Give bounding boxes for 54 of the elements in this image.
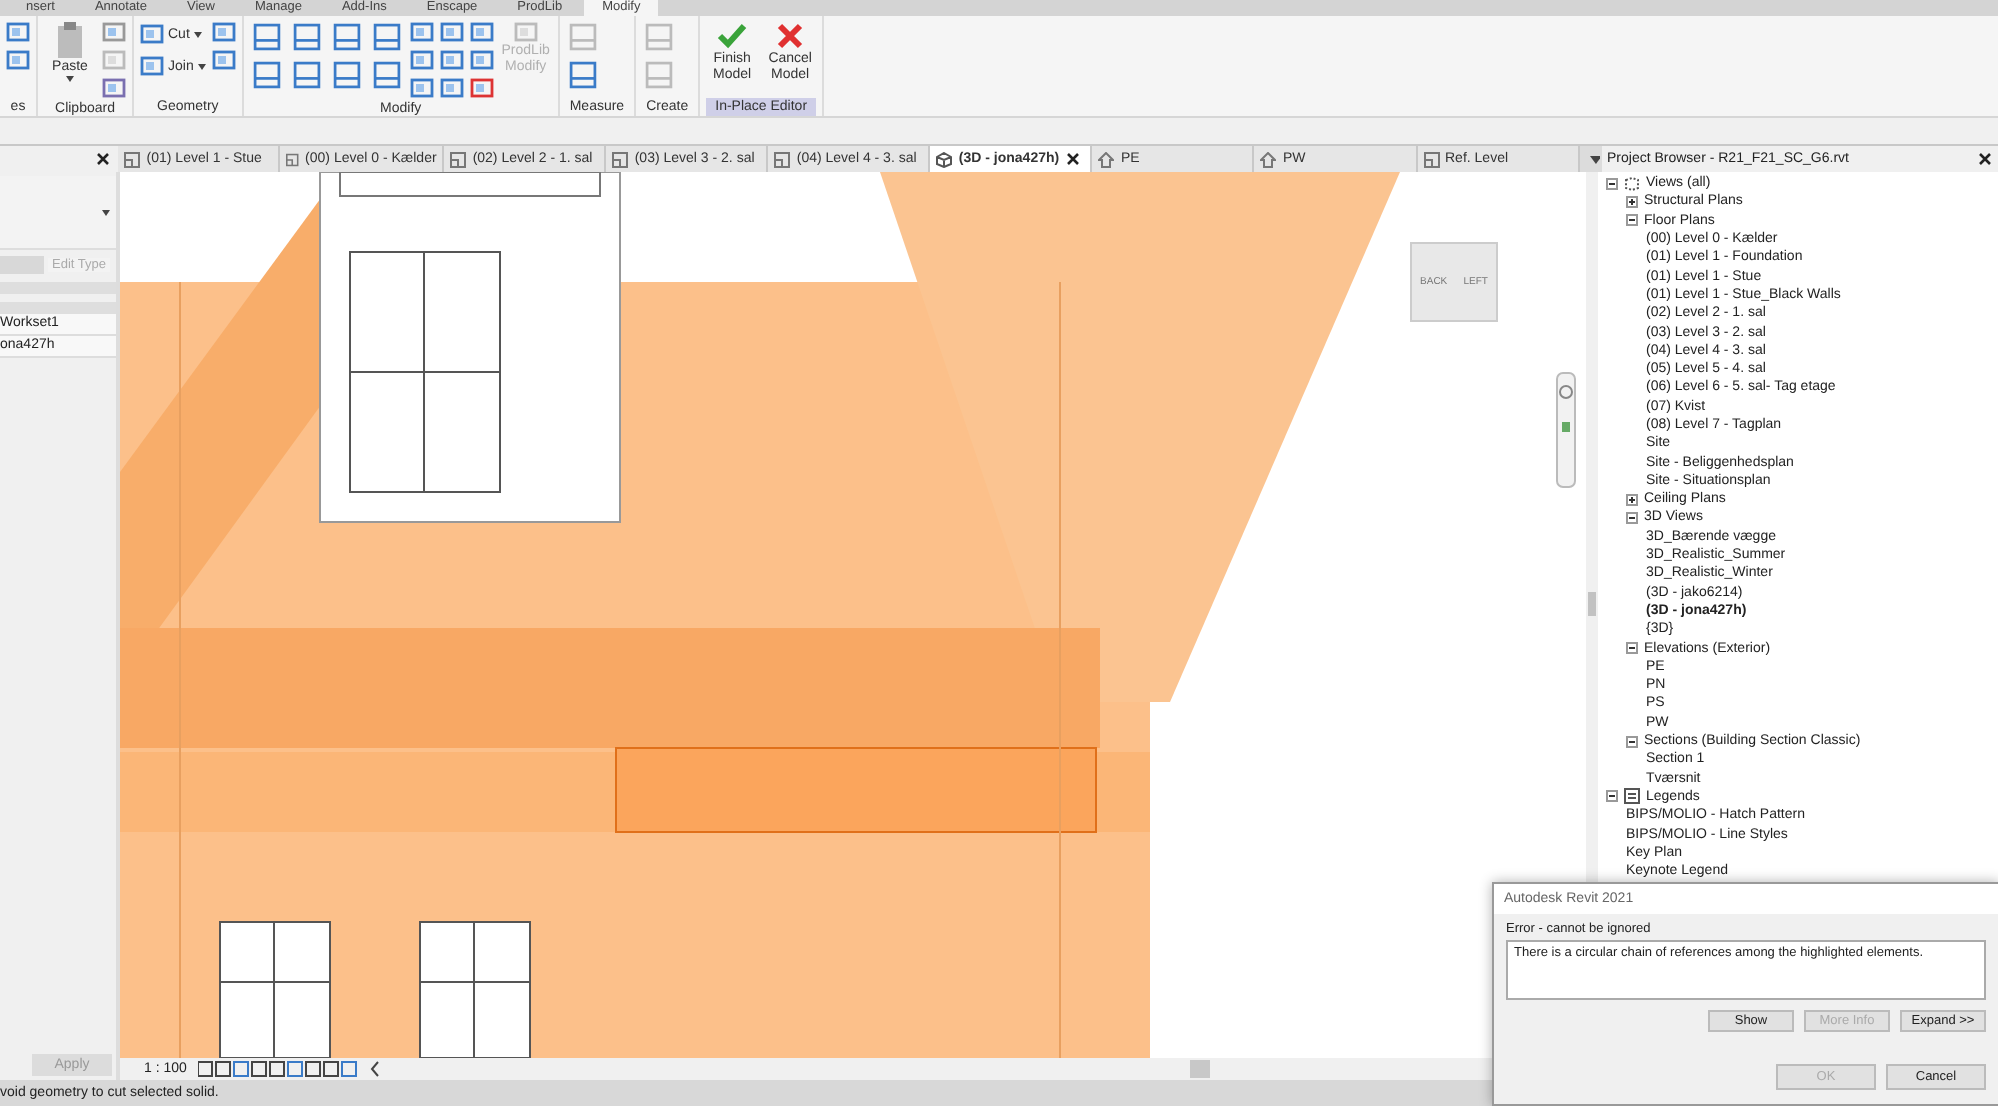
tool-icon[interactable] [6,48,30,72]
tool-icon[interactable] [369,20,404,54]
tool-icon[interactable] [439,48,464,72]
floor-plan-icon [124,151,141,167]
tool-icon[interactable] [469,20,494,44]
tool-icon[interactable] [211,48,236,72]
close-icon[interactable] [1978,152,1992,166]
tool-icon[interactable] [289,58,324,92]
house-icon [1260,151,1277,167]
tool-icon[interactable] [329,20,364,54]
tool-icon[interactable] [439,20,464,44]
views-icon [1624,175,1640,192]
tool-icon[interactable] [369,58,404,92]
floor-plan-icon [612,151,629,167]
caret-icon [66,76,74,82]
expand-icon[interactable] [1626,195,1638,208]
tool-icon[interactable] [289,20,324,54]
collapse-icon[interactable] [1626,511,1638,524]
collapse-icon[interactable] [1606,790,1618,803]
tool-icon[interactable] [249,58,284,92]
caret-icon [197,63,206,69]
caret-icon [193,31,202,37]
caret-icon [102,209,110,215]
view-control-icons[interactable] [198,1060,359,1078]
close-icon[interactable] [96,152,111,166]
floor-plan-icon [286,151,300,167]
tool-icon[interactable] [329,58,364,92]
tool-icon[interactable] [409,76,434,100]
tool-icon[interactable] [469,76,494,100]
collapse-icon[interactable] [1626,642,1638,655]
expand-icon[interactable] [1626,493,1638,506]
floor-plan-icon [774,151,791,167]
tool-icon[interactable] [140,54,164,78]
close-icon [774,20,807,52]
collapse-icon[interactable] [1626,735,1638,748]
collapse-icon[interactable] [1626,214,1638,227]
tool-icon[interactable] [249,20,284,54]
close-icon[interactable] [1065,152,1080,166]
tool-icon[interactable] [409,48,434,72]
checkmark-icon [716,20,749,52]
tool-icon[interactable] [6,20,30,44]
floor-plan-icon [1423,151,1439,167]
navigation-bar[interactable] [1556,372,1576,488]
collapse-icon[interactable] [1606,177,1618,190]
tool-icon[interactable] [409,20,434,44]
tool-icon[interactable] [140,22,164,46]
house-icon [1098,151,1115,167]
floor-plan-icon [450,151,467,167]
clipboard-icon [54,20,86,60]
tool-icon[interactable] [469,48,494,72]
tool-icon[interactable] [439,76,464,100]
legend-icon [1624,788,1640,805]
tool-icon[interactable] [211,20,236,44]
cube-icon [936,151,953,167]
